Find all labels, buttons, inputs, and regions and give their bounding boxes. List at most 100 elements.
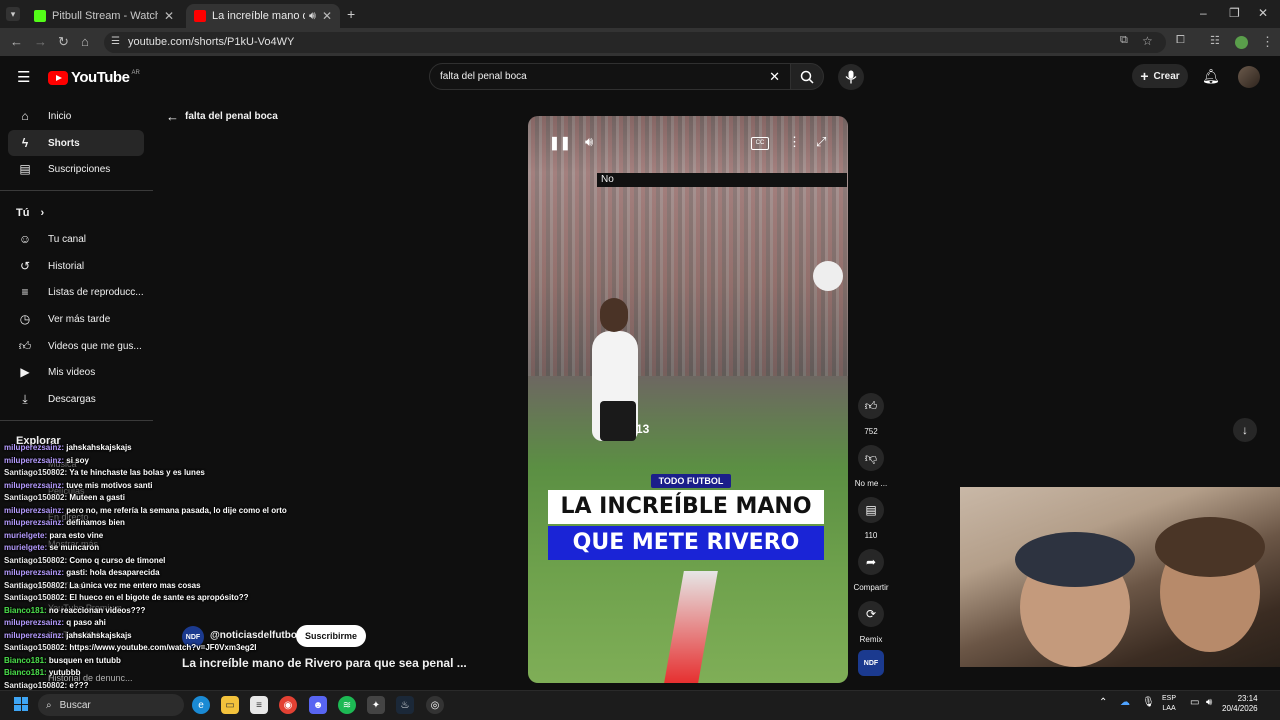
channel-thumbnail[interactable]: NDF xyxy=(858,650,884,676)
spotify-icon[interactable]: ≋ xyxy=(338,696,356,714)
channel-icon: ☺ xyxy=(18,232,32,246)
profile-icon[interactable] xyxy=(1235,36,1248,49)
tab-list-button[interactable]: ▾ xyxy=(6,7,20,21)
sidebar-item-label: Descargas xyxy=(48,393,96,405)
download-icon: ⤓ xyxy=(22,391,28,406)
show-hidden-icons[interactable]: ⌃ xyxy=(1099,697,1107,708)
notifications-bell-icon[interactable]: 🔔︎ xyxy=(1202,68,1220,85)
notepad-icon[interactable]: ≡ xyxy=(250,696,268,714)
discord-icon[interactable]: ☻ xyxy=(309,696,327,714)
tray-mic-icon[interactable]: 🎙︎ xyxy=(1142,697,1155,708)
edge-icon[interactable]: e xyxy=(192,696,210,714)
app-icon[interactable]: ✦ xyxy=(367,696,385,714)
chat-message: miluperezsainz: jahskahskajskajs xyxy=(4,443,132,452)
audio-playing-icon[interactable]: 🔊︎ xyxy=(309,10,316,23)
install-app-icon[interactable]: ⧉ xyxy=(1120,34,1128,47)
chat-message: murielgete: se muncaron xyxy=(4,543,100,552)
back-to-search[interactable]: ← falta del penal boca xyxy=(166,109,278,124)
sidebar-item-label: Listas de reproducc... xyxy=(48,286,144,298)
system-clock[interactable]: 23:14 20/4/2026 xyxy=(1222,694,1258,714)
forward-icon[interactable]: → xyxy=(34,34,47,49)
create-label: Crear xyxy=(1153,70,1180,82)
sidebar-item-liked-videos[interactable]: 👍︎ Videos que me gus... xyxy=(8,333,144,359)
comment-count: 110 xyxy=(864,531,878,540)
comments-button[interactable]: ▤ xyxy=(858,497,884,523)
search-box[interactable]: falta del penal boca ✕ xyxy=(429,63,791,90)
pause-icon[interactable]: ❚❚ xyxy=(549,135,571,151)
youtube-play-icon xyxy=(48,70,68,85)
create-button[interactable]: + Crear xyxy=(1132,64,1188,88)
extensions-icon[interactable]: ⧠ xyxy=(1176,34,1185,47)
short-video-player[interactable]: 13 xyxy=(528,116,848,683)
hamburger-menu-icon[interactable]: ☰ xyxy=(17,68,30,86)
captions-icon[interactable]: CC xyxy=(751,137,769,150)
youtube-logo[interactable]: YouTube AR xyxy=(48,69,140,86)
sidebar-item-inicio[interactable]: ⌂ Inicio xyxy=(8,103,144,129)
obs-icon[interactable]: ◎ xyxy=(426,696,444,714)
plus-icon: + xyxy=(1140,68,1149,84)
microphone-icon xyxy=(845,70,857,84)
close-window-icon[interactable]: ✕ xyxy=(1258,6,1268,20)
next-video-button[interactable]: ↓ xyxy=(1233,418,1257,442)
maximize-icon[interactable]: ❐ xyxy=(1229,6,1240,20)
network-icon[interactable]: ▭ xyxy=(1190,697,1199,708)
url-text[interactable]: youtube.com/shorts/P1kU-Vo4WY xyxy=(128,36,294,48)
like-button[interactable]: 👍︎ xyxy=(858,393,884,419)
steam-icon[interactable]: ♨ xyxy=(396,696,414,714)
voice-search-button[interactable] xyxy=(838,64,864,90)
more-options-icon[interactable]: ⋮ xyxy=(788,134,801,150)
tab-title: La increíble mano de Rivero xyxy=(212,10,305,22)
chat-message: Bianco181: yutubbb xyxy=(4,668,81,677)
close-tab-icon[interactable]: ✕ xyxy=(164,9,174,23)
tab-youtube-short[interactable]: La increíble mano de Rivero 🔊︎ ✕ xyxy=(186,4,340,28)
stadium-crowd xyxy=(528,116,848,376)
sidebar-item-suscripciones[interactable]: ▤ Suscripciones xyxy=(8,156,144,182)
account-avatar[interactable] xyxy=(1238,66,1260,88)
sidebar-you-heading[interactable]: Tú › xyxy=(16,207,44,219)
new-tab-button[interactable]: + xyxy=(347,6,355,22)
player-head xyxy=(600,298,628,332)
crumb-label: falta del penal boca xyxy=(185,111,278,122)
search-input[interactable]: falta del penal boca xyxy=(440,71,527,82)
reload-icon[interactable]: ↻ xyxy=(58,34,69,50)
dislike-button[interactable]: 👎︎ xyxy=(858,445,884,471)
minimize-icon[interactable]: – xyxy=(1200,6,1207,20)
sidebar-item-my-videos[interactable]: ▶ Mis videos xyxy=(8,359,144,385)
tray-app-icon[interactable]: ☁ xyxy=(1120,697,1130,708)
chrome-icon[interactable]: ◉ xyxy=(279,696,297,714)
tab-pitbull-stream[interactable]: Pitbull Stream - Watch Live on ✕ xyxy=(26,4,182,28)
clear-search-icon[interactable]: ✕ xyxy=(769,69,780,85)
volume-icon[interactable]: 🔊︎ xyxy=(585,134,593,150)
channel-thumb-text: NDF xyxy=(863,659,879,667)
site-info-icon[interactable]: ☰ xyxy=(111,36,120,47)
sidebar-item-shorts[interactable]: ϟ Shorts xyxy=(8,130,144,156)
speaker-icon[interactable]: 🔊︎ xyxy=(1206,697,1212,708)
chat-message: Santiago150802: Muteen a gasti xyxy=(4,493,125,502)
sidebar-item-playlists[interactable]: ≡ Listas de reproducc... xyxy=(8,279,144,305)
sidebar-item-historial[interactable]: ↺ Historial xyxy=(8,253,144,279)
bookmark-star-icon[interactable]: ☆ xyxy=(1142,34,1153,48)
close-tab-icon[interactable]: ✕ xyxy=(322,9,332,23)
back-icon[interactable]: ← xyxy=(10,34,23,49)
search-button[interactable] xyxy=(790,63,824,90)
sidebar-item-downloads[interactable]: ⤓ Descargas xyxy=(8,386,144,412)
chat-message: Bianco181: busquen en tutubb xyxy=(4,655,121,665)
kick-favicon-icon xyxy=(34,10,46,22)
reading-list-icon[interactable]: ☷ xyxy=(1210,34,1220,47)
video-banner-line1: LA INCREÍBLE MANO xyxy=(548,490,824,524)
search-icon xyxy=(800,70,814,84)
home-icon[interactable]: ⌂ xyxy=(81,34,89,49)
file-explorer-icon[interactable]: ▭ xyxy=(221,696,239,714)
browser-menu-icon[interactable]: ⋮ xyxy=(1261,34,1274,50)
thumbs-up-icon: 👍︎ xyxy=(18,338,32,353)
taskbar-search[interactable]: ⌕ Buscar xyxy=(38,694,184,716)
share-button[interactable]: ➦ xyxy=(858,549,884,575)
language-indicator[interactable]: ESP LAA xyxy=(1162,694,1176,714)
sidebar-item-tu-canal[interactable]: ☺ Tu canal xyxy=(8,226,144,252)
you-heading-label: Tú xyxy=(16,207,30,219)
arrow-down-icon: ↓ xyxy=(1242,423,1248,437)
sidebar-item-watch-later[interactable]: ◷ Ver más tarde xyxy=(8,306,144,332)
windows-start-icon[interactable] xyxy=(14,697,28,711)
fullscreen-icon[interactable]: ⤢ xyxy=(816,134,826,150)
remix-button[interactable]: ⟳ xyxy=(858,601,884,627)
